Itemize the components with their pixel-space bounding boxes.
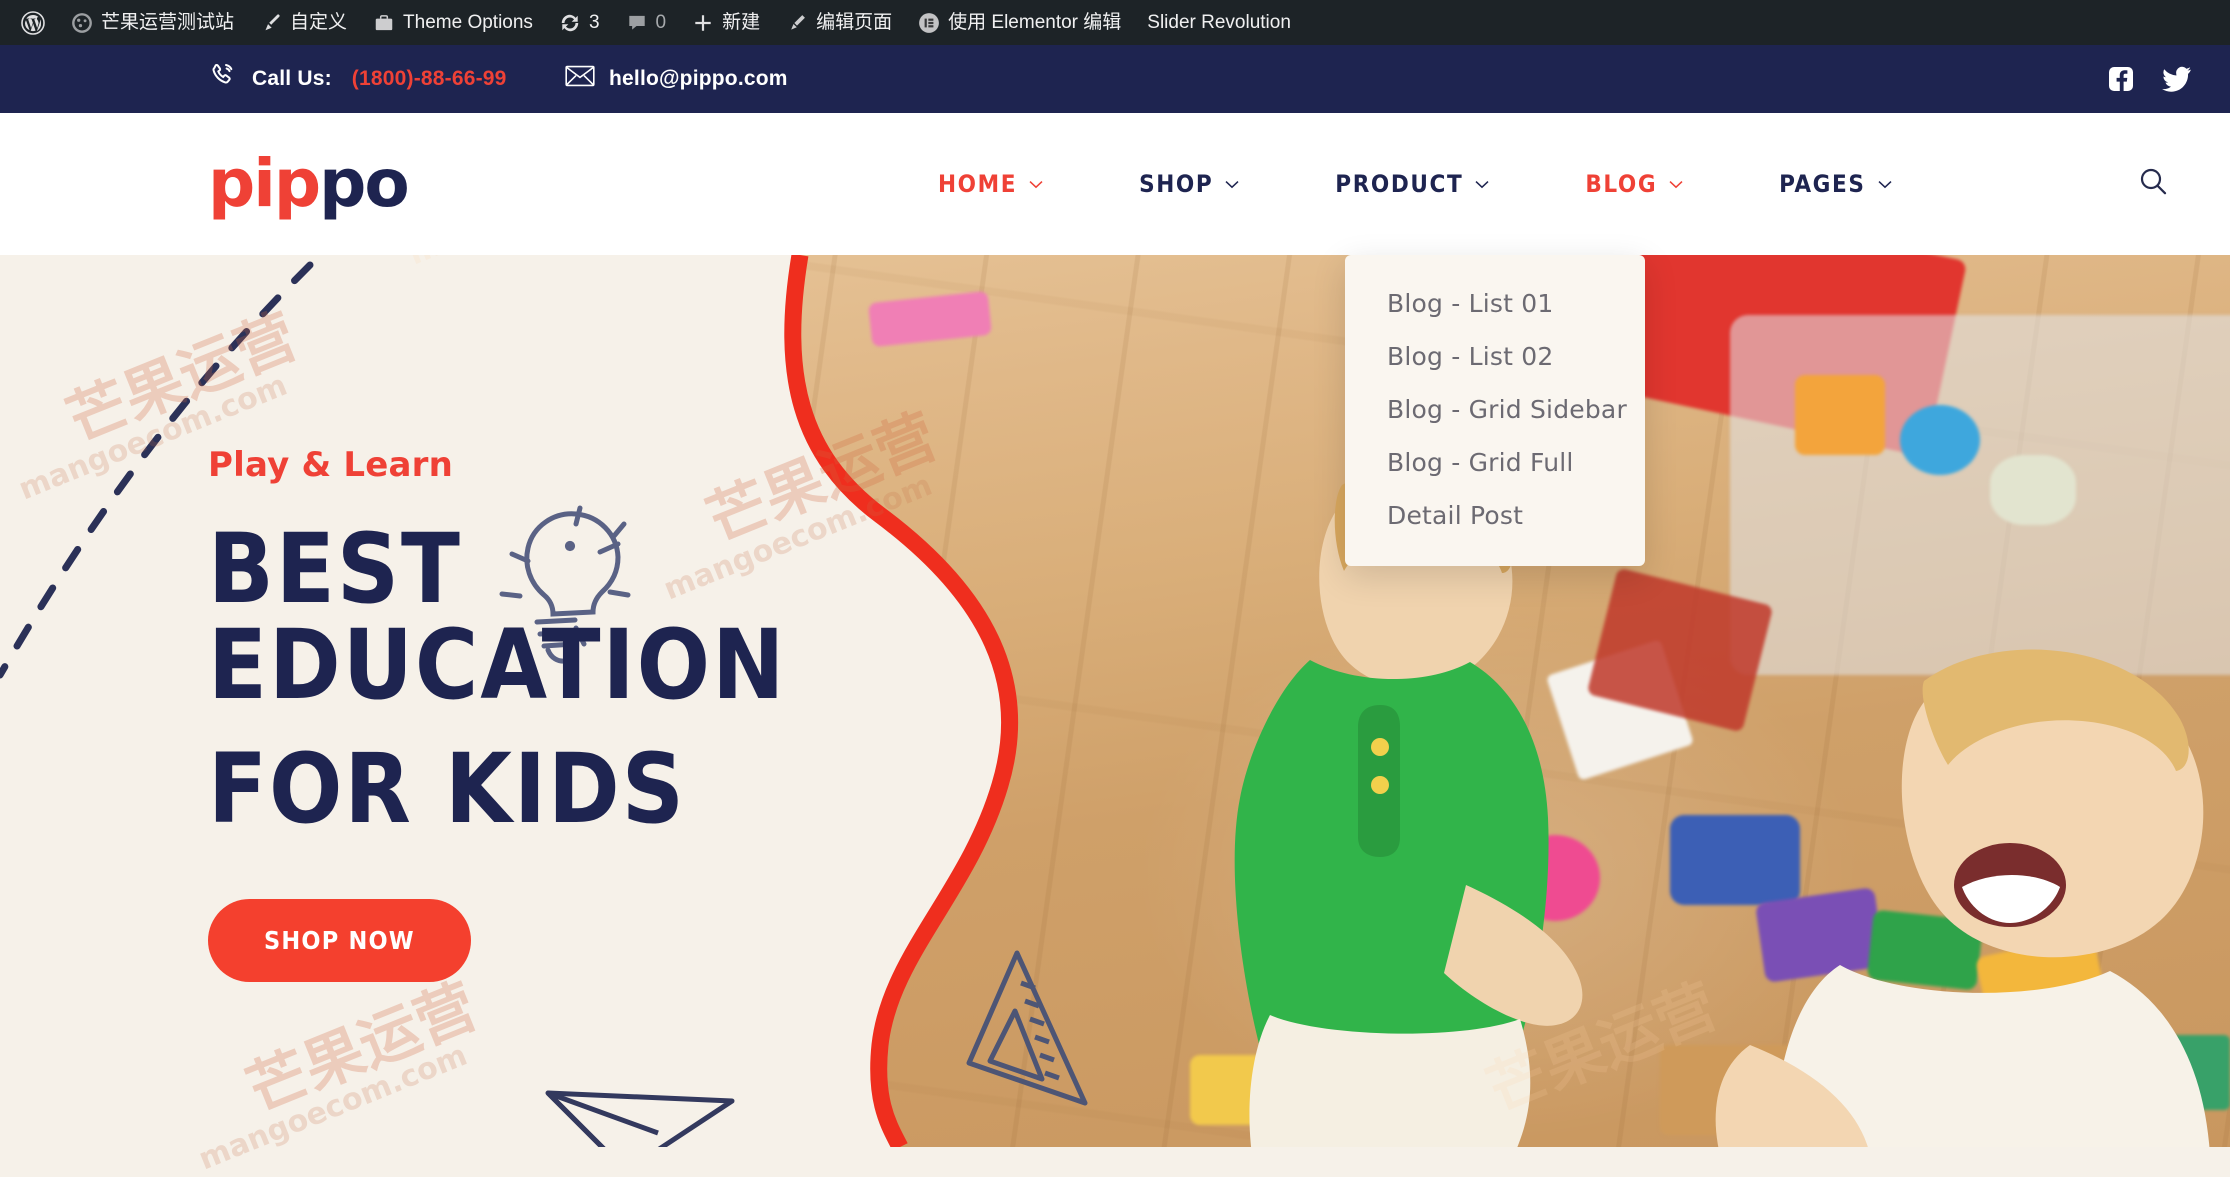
nav-label: HOME — [938, 170, 1018, 198]
admin-bar-wordpress-logo[interactable] — [8, 0, 58, 45]
dropdown-item-blog-list-02[interactable]: Blog - List 02 — [1345, 330, 1645, 383]
pencil-edit-page-icon — [786, 12, 808, 34]
blog-dropdown-menu: Blog - List 01 Blog - List 02 Blog - Gri… — [1345, 255, 1645, 566]
admin-bar-elementor[interactable]: 使用 Elementor 编辑 — [905, 0, 1134, 45]
chevron-down-icon — [1029, 180, 1043, 189]
logo-part-2: po — [319, 145, 410, 222]
admin-bar-item-label: 使用 Elementor 编辑 — [948, 12, 1122, 33]
dropdown-item-blog-list-01[interactable]: Blog - List 01 — [1345, 277, 1645, 330]
logo-part-1: pip — [208, 145, 321, 222]
chevron-down-icon — [1669, 180, 1683, 189]
admin-bar-item-label: Slider Revolution — [1147, 12, 1291, 33]
phone-icon — [208, 61, 238, 97]
search-icon — [2136, 165, 2170, 204]
hero-title-line-2: FOR KIDS — [208, 733, 686, 845]
admin-bar-comment-count: 0 — [655, 12, 667, 33]
shop-now-button[interactable]: SHOP NOW — [208, 899, 471, 982]
plus-new-icon — [692, 12, 714, 34]
nav-item-pages[interactable]: PAGES — [1731, 170, 1939, 198]
chevron-down-icon — [1878, 180, 1892, 189]
nav-label: SHOP — [1139, 170, 1214, 198]
admin-bar-theme-options[interactable]: Theme Options — [360, 0, 546, 45]
admin-bar-slider-revolution[interactable]: Slider Revolution — [1134, 0, 1304, 45]
nav-label: PRODUCT — [1335, 170, 1464, 198]
site-header: pippo HOME SHOP PRODUCT BLOG PAGES — [0, 113, 2230, 255]
paper-plane-doodle-icon — [540, 1085, 740, 1147]
wp-admin-bar: 芒果运营测试站 自定义 Theme Options 3 0 新建 编辑页面 使用… — [0, 0, 2230, 45]
admin-bar-item-label: 编辑页面 — [816, 12, 893, 33]
nav-item-product[interactable]: PRODUCT — [1287, 170, 1537, 198]
facebook-icon — [2108, 66, 2134, 92]
chevron-down-icon — [1475, 180, 1489, 189]
search-button[interactable] — [2128, 159, 2178, 209]
email-contact[interactable]: hello@pippo.com — [565, 64, 788, 94]
hero-eyebrow: Play & Learn — [208, 445, 453, 485]
admin-bar-customize[interactable]: 自定义 — [247, 0, 360, 45]
comment-bubble-icon — [626, 12, 648, 34]
nav-label: BLOG — [1585, 170, 1658, 198]
phone-contact[interactable]: Call Us: (1800)-88-66-99 — [208, 61, 507, 97]
envelope-icon — [565, 64, 595, 94]
phone-number[interactable]: (1800)-88-66-99 — [352, 67, 507, 91]
admin-bar-site-name[interactable]: 芒果运营测试站 — [58, 0, 247, 45]
toy-blob — [1900, 405, 1980, 475]
admin-bar-new[interactable]: 新建 — [679, 0, 773, 45]
admin-bar-item-label: 芒果运营测试站 — [101, 12, 235, 33]
admin-bar-item-label: Theme Options — [403, 12, 533, 33]
dropdown-item-blog-grid-full[interactable]: Blog - Grid Full — [1345, 436, 1645, 489]
twitter-link[interactable] — [2162, 66, 2192, 92]
child-photo-right — [1680, 635, 2230, 1147]
chevron-down-icon — [1225, 180, 1239, 189]
hero-title: BEST EDUCATION FOR KIDS — [208, 521, 1068, 837]
toy-blob — [1990, 455, 2076, 525]
social-links — [2108, 66, 2192, 92]
main-navigation: HOME SHOP PRODUCT BLOG PAGES — [890, 170, 1940, 198]
nav-item-blog[interactable]: BLOG — [1537, 170, 1731, 198]
wordpress-logo-icon — [21, 10, 45, 35]
admin-bar-edit-page[interactable]: 编辑页面 — [773, 0, 905, 45]
admin-bar-comments[interactable]: 0 — [613, 0, 680, 45]
brush-customize-icon — [260, 12, 282, 34]
admin-bar-item-label: 自定义 — [290, 12, 348, 33]
nav-item-home[interactable]: HOME — [890, 170, 1091, 198]
toy-blob — [1730, 315, 2230, 675]
dropdown-item-detail-post[interactable]: Detail Post — [1345, 489, 1645, 542]
admin-bar-item-label: 3 — [588, 12, 600, 33]
twitter-icon — [2162, 66, 2192, 92]
dropdown-item-blog-grid-sidebar[interactable]: Blog - Grid Sidebar — [1345, 383, 1645, 436]
call-us-label: Call Us: — [252, 67, 332, 90]
top-contact-bar: Call Us: (1800)-88-66-99 hello@pippo.com — [0, 45, 2230, 113]
elementor-icon — [918, 12, 940, 34]
hero-content: Play & Learn BEST EDUCATION FOR KIDS SHO… — [208, 445, 1068, 982]
dashboard-site-icon — [71, 12, 93, 34]
email-address[interactable]: hello@pippo.com — [609, 67, 788, 91]
nav-label: PAGES — [1779, 170, 1866, 198]
nav-item-shop[interactable]: SHOP — [1091, 170, 1287, 198]
admin-bar-updates[interactable]: 3 — [546, 0, 613, 45]
hero-slider: Play & Learn BEST EDUCATION FOR KIDS SHO… — [0, 255, 2230, 1147]
hero-title-line-1: BEST EDUCATION — [208, 513, 787, 721]
briefcase-theme-options-icon — [373, 12, 395, 34]
toy-blob — [1795, 375, 1885, 455]
update-refresh-icon — [559, 12, 581, 34]
site-logo[interactable]: pippo — [208, 151, 410, 217]
admin-bar-item-label: 新建 — [722, 12, 761, 33]
facebook-link[interactable] — [2108, 66, 2134, 92]
